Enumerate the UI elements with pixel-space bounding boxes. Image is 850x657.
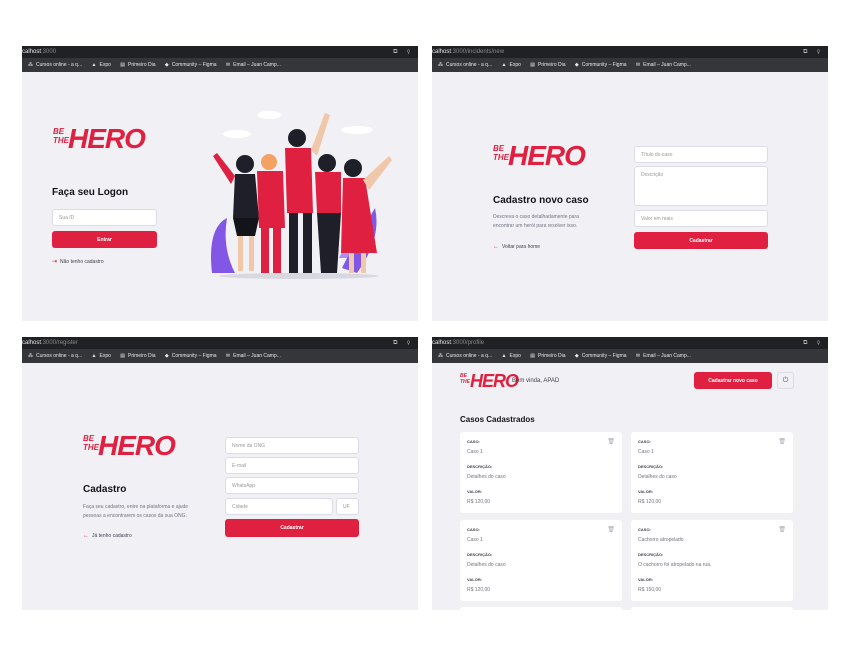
bookmark[interactable]: ▲ Expo bbox=[92, 58, 111, 72]
bookmark[interactable]: ▲ Expo bbox=[92, 349, 111, 363]
case-card: 🗑 CASO: Caso 1 DESCRIÇÃO: Detalhes do ca… bbox=[631, 432, 793, 513]
case-card: 🗑 CASO: Caso 1 DESCRIÇÃO: Detalhes do ca… bbox=[460, 432, 622, 513]
trash-icon[interactable]: 🗑 bbox=[607, 438, 615, 445]
welcome-text: Bem vinda, APAD bbox=[512, 378, 560, 384]
city-input[interactable]: Cidade bbox=[225, 498, 333, 515]
be-the-hero-logo: BE THE HERO bbox=[53, 123, 146, 154]
case-card-partial bbox=[631, 607, 793, 610]
bookmark[interactable]: ▤ Primeiro Dia bbox=[120, 58, 155, 72]
login-icon: ⇥ bbox=[52, 259, 58, 265]
bookmark[interactable]: ⁂ Cursos online - a q... bbox=[438, 349, 492, 363]
page-title: Faça seu Logon bbox=[52, 187, 129, 198]
bookmark-icon: ◆ bbox=[164, 62, 169, 68]
bookmark-icon: ⁂ bbox=[28, 62, 33, 68]
address-bar[interactable]: calhost:3000/register ⧉ ⚲ bbox=[22, 337, 418, 349]
case-card: 🗑 CASO: Caso 1 DESCRIÇÃO: Detalhes do ca… bbox=[460, 520, 622, 601]
bookmark[interactable]: ◆ Community – Figma bbox=[575, 58, 627, 72]
bookmark[interactable]: ◆ Community – Figma bbox=[165, 349, 217, 363]
bookmark[interactable]: ✉ Email – Juan Camp... bbox=[226, 58, 281, 72]
bookmark[interactable]: ⁂ Cursos online - a q... bbox=[28, 349, 82, 363]
register-case-button[interactable]: Cadastrar bbox=[634, 232, 768, 249]
bookmark-icon: ⁂ bbox=[28, 353, 33, 359]
case-description-textarea[interactable]: Descrição bbox=[634, 166, 768, 206]
bookmark-icon: ▲ bbox=[91, 62, 97, 68]
bookmark-icon: ⁂ bbox=[438, 353, 443, 359]
back-home-link[interactable]: ← Voltar para home bbox=[493, 244, 540, 250]
bookmark[interactable]: ⁂ Cursos online - a q... bbox=[28, 58, 82, 72]
register-screenshot: calhost:3000/register ⧉ ⚲ ⁂ Cursos online … bbox=[22, 337, 418, 610]
case-value-input[interactable]: Valor em reais bbox=[634, 210, 768, 227]
new-case-button[interactable]: Cadastrar novo caso bbox=[694, 372, 772, 389]
case-card-partial bbox=[460, 607, 622, 610]
logout-button[interactable]: ⏻ bbox=[777, 372, 794, 389]
page-description: Descreva o caso detalhadamente para enco… bbox=[493, 214, 579, 229]
bookmark-icon: ✉ bbox=[635, 353, 641, 359]
case-card: 🗑 CASO: Cachorro atropelado DESCRIÇÃO: O… bbox=[631, 520, 793, 601]
bookmark[interactable]: ▤ Primeiro Dia bbox=[530, 58, 565, 72]
bookmark[interactable]: ▤ Primeiro Dia bbox=[120, 349, 155, 363]
register-link[interactable]: ⇥ Não tenho cadastro bbox=[52, 258, 104, 266]
login-button[interactable]: Entrar bbox=[52, 231, 157, 248]
trash-icon[interactable]: 🗑 bbox=[778, 438, 786, 445]
bookmarks-bar: ⁂ Cursos online - a q... ▲ Expo ▤ Primeiro … bbox=[22, 349, 418, 363]
heroes-illustration bbox=[211, 111, 392, 279]
page-description: Faça seu cadastro, entre na plataforma e… bbox=[83, 504, 189, 519]
page-title: Cadastro novo caso bbox=[493, 195, 589, 206]
bookmark[interactable]: ✉ Email – Juan Camp... bbox=[226, 349, 281, 363]
bookmark-icon: ▤ bbox=[530, 353, 536, 359]
address-bar[interactable]: calhost:3000 ⧉ ⚲ bbox=[22, 46, 418, 58]
address-bar[interactable]: calhost:3000/incidents/new ⧉ ⚲ bbox=[432, 46, 828, 58]
bookmark-icon: ◆ bbox=[164, 353, 169, 359]
page-title: Cadastro bbox=[83, 484, 127, 495]
bookmarks-bar: ⁂ Cursos online - a q... ▲ Expo ▤ Primeiro … bbox=[432, 58, 828, 72]
bookmarks-bar: ⁂ Cursos online - a q... ▲ Expo ▤ Primeiro … bbox=[22, 58, 418, 72]
bookmark-icon: ✉ bbox=[225, 353, 231, 359]
bookmark-icon: ▲ bbox=[501, 62, 507, 68]
arrow-left-icon: ← bbox=[83, 533, 89, 539]
whatsapp-input[interactable]: WhatsApp bbox=[225, 477, 359, 494]
trash-icon[interactable]: 🗑 bbox=[778, 526, 786, 533]
case-title-input[interactable]: Título do caso bbox=[634, 146, 768, 163]
bookmark[interactable]: ⁂ Cursos online - a q... bbox=[438, 58, 492, 72]
bookmark-icon: ▲ bbox=[91, 353, 97, 359]
bookmark[interactable]: ▲ Expo bbox=[502, 349, 521, 363]
bookmark-icon: ◆ bbox=[574, 353, 579, 359]
be-the-hero-logo: BE THE HERO bbox=[460, 371, 519, 391]
arrow-left-icon: ← bbox=[493, 244, 499, 250]
bookmark[interactable]: ▲ Expo bbox=[502, 58, 521, 72]
bookmark[interactable]: ◆ Community – Figma bbox=[575, 349, 627, 363]
bookmark-icon: ▤ bbox=[530, 62, 536, 68]
bookmark[interactable]: ◆ Community – Figma bbox=[165, 58, 217, 72]
cases-heading: Casos Cadastrados bbox=[460, 415, 535, 424]
bookmark-icon: ⁂ bbox=[438, 62, 443, 68]
uf-input[interactable]: UF bbox=[336, 498, 359, 515]
be-the-hero-logo: BE THE HERO bbox=[83, 430, 176, 461]
address-bar[interactable]: calhost:3000/profile ⧉ ⚲ bbox=[432, 337, 828, 349]
ong-name-input[interactable]: Nome da ONG bbox=[225, 437, 359, 454]
bookmark[interactable]: ▤ Primeiro Dia bbox=[530, 349, 565, 363]
power-icon: ⏻ bbox=[782, 376, 789, 384]
register-button[interactable]: Cadastrar bbox=[225, 519, 359, 537]
profile-screenshot: calhost:3000/profile ⧉ ⚲ ⁂ Cursos online -… bbox=[432, 337, 828, 610]
bookmarks-bar: ⁂ Cursos online - a q... ▲ Expo ▤ Primeiro … bbox=[432, 349, 828, 363]
bookmark[interactable]: ✉ Email – Juan Camp... bbox=[636, 349, 691, 363]
bookmark-icon: ✉ bbox=[635, 62, 641, 68]
new-incident-screenshot: calhost:3000/incidents/new ⧉ ⚲ ⁂ Cursos on… bbox=[432, 46, 828, 321]
trash-icon[interactable]: 🗑 bbox=[607, 526, 615, 533]
be-the-hero-logo: BE THE HERO bbox=[493, 140, 586, 171]
logon-screenshot: calhost:3000 ⧉ ⚲ ⁂ Cursos online - a q... … bbox=[22, 46, 418, 321]
login-link[interactable]: ← Já tenho cadastro bbox=[83, 533, 132, 539]
bookmark-icon: ✉ bbox=[225, 62, 231, 68]
bookmark[interactable]: ✉ Email – Juan Camp... bbox=[636, 58, 691, 72]
id-input[interactable]: Sua ID bbox=[52, 209, 157, 226]
bookmark-icon: ◆ bbox=[574, 62, 579, 68]
bookmark-icon: ▲ bbox=[501, 353, 507, 359]
email-input[interactable]: E-mail bbox=[225, 457, 359, 474]
bookmark-icon: ▤ bbox=[120, 353, 126, 359]
bookmark-icon: ▤ bbox=[120, 62, 126, 68]
